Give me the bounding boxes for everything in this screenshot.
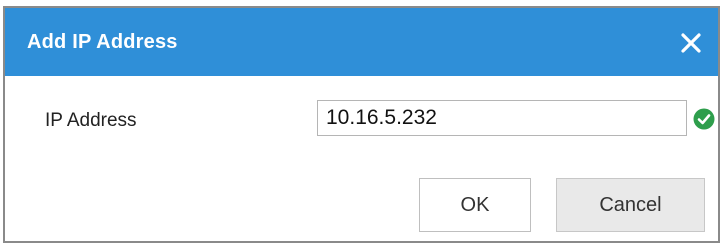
cancel-button[interactable]: Cancel [556, 178, 705, 232]
ip-address-label: IP Address [45, 110, 137, 131]
add-ip-address-dialog: Add IP Address IP Address OK Cancel [3, 6, 720, 243]
check-circle-icon [693, 108, 715, 130]
ok-button[interactable]: OK [419, 178, 531, 232]
dialog-titlebar: Add IP Address [5, 8, 718, 76]
close-icon[interactable] [678, 30, 704, 56]
dialog-title: Add IP Address [27, 31, 178, 53]
ip-address-input[interactable] [317, 100, 687, 136]
